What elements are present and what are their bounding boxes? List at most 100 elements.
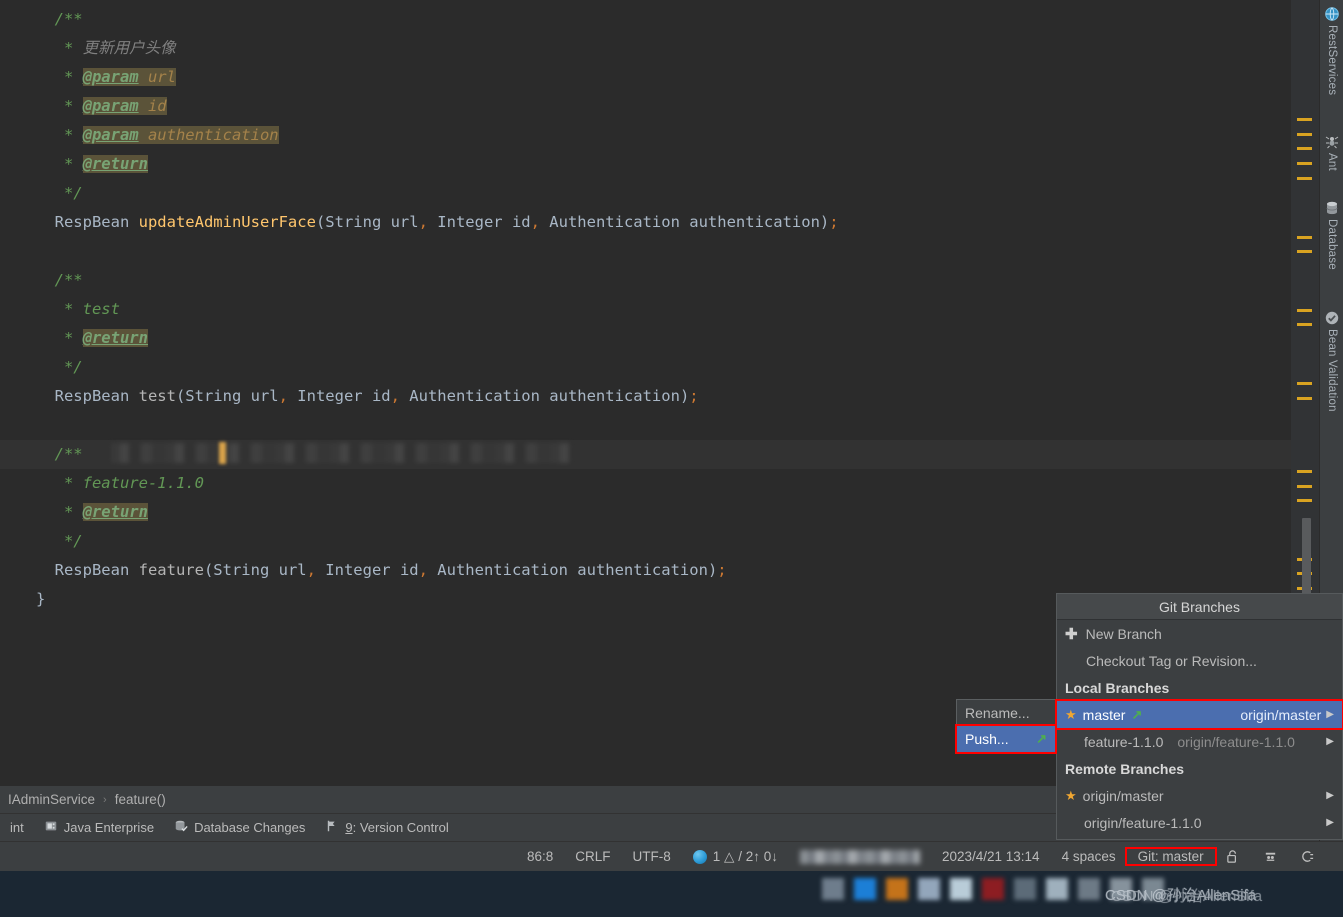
- submenu-item-label: Push...: [965, 731, 1009, 747]
- branch-tracking: origin/master: [1240, 706, 1322, 723]
- code-token: ,: [390, 387, 400, 405]
- breadcrumb-item-method[interactable]: feature(): [115, 792, 166, 807]
- status-line-separator[interactable]: CRLF: [564, 849, 621, 864]
- tool-window-label: Java Enterprise: [63, 820, 155, 835]
- submenu-item-label: Rename...: [965, 705, 1030, 721]
- status-encoding[interactable]: UTF-8: [622, 849, 682, 864]
- warning-stripe-marker[interactable]: [1297, 147, 1312, 150]
- code-line: * test: [0, 295, 1291, 324]
- code-token: Authentication authentication: [539, 213, 820, 231]
- sidebar-tab-ant[interactable]: Ant: [1320, 134, 1343, 171]
- status-indent[interactable]: 4 spaces: [1051, 849, 1127, 864]
- code-token: RespBean: [54, 213, 139, 231]
- status-bar[interactable]: 86:8 CRLF UTF-8 1 △ / 2↑ 0↓ 2023/4/21 13…: [0, 841, 1343, 871]
- code-token: /**: [54, 10, 83, 28]
- code-token: ;: [829, 213, 839, 231]
- warning-stripe-marker[interactable]: [1297, 118, 1312, 121]
- code-token: String url: [213, 561, 307, 579]
- code-token: 更新用户头像: [82, 39, 176, 57]
- status-timestamp[interactable]: 2023/4/21 13:14: [931, 849, 1051, 864]
- taskbar-icon[interactable]: [854, 878, 876, 900]
- git-action-checkout-tag-or-revision[interactable]: Checkout Tag or Revision...: [1057, 647, 1342, 674]
- taskbar-icon[interactable]: [1046, 878, 1068, 900]
- favorite-star-icon[interactable]: ★: [1065, 788, 1077, 804]
- branch-tracking: origin/feature-1.1.0: [1177, 733, 1295, 750]
- tool-window-button-java-enterprise[interactable]: Java Enterprise: [34, 814, 164, 842]
- sidebar-tab-label: Bean Validation: [1326, 329, 1338, 412]
- warning-stripe-marker[interactable]: [1297, 162, 1312, 165]
- code-line: */: [0, 179, 1291, 208]
- status-vcs-stats[interactable]: 1 △ / 2↑ 0↓: [682, 849, 789, 865]
- favorite-star-icon[interactable]: ★: [1065, 707, 1077, 723]
- sidebar-tab-database[interactable]: Database: [1320, 200, 1343, 270]
- warning-stripe-marker[interactable]: [1297, 177, 1312, 180]
- taskbar-icon[interactable]: [982, 878, 1004, 900]
- submenu-arrow-icon: ▶: [1326, 736, 1334, 747]
- code-token: ,: [278, 387, 288, 405]
- version-control-icon: [325, 819, 339, 836]
- code-token: */: [63, 184, 83, 202]
- local-branch-item[interactable]: feature-1.1.0 origin/feature-1.1.0 ▶: [1057, 728, 1342, 755]
- local-branch-item[interactable]: ★ master ↗ origin/master ▶: [1055, 699, 1343, 730]
- code-line: /**: [0, 5, 1291, 34]
- arrow-up-right-icon: ↗: [1036, 731, 1047, 746]
- status-caret-position[interactable]: 86:8: [516, 849, 564, 864]
- code-token: *: [63, 300, 83, 318]
- code-token: *: [63, 126, 83, 144]
- remote-branch-item[interactable]: ★ origin/master ▶: [1057, 782, 1342, 809]
- taskbar-icon[interactable]: [918, 878, 940, 900]
- code-token: @return: [82, 155, 148, 173]
- code-line: * @param authentication: [0, 121, 1291, 150]
- code-token: }: [36, 590, 46, 608]
- remote-branch-item[interactable]: origin/feature-1.1.0 ▶: [1057, 809, 1342, 836]
- status-git-branch[interactable]: Git: master: [1124, 847, 1217, 866]
- warning-stripe-marker[interactable]: [1297, 309, 1312, 312]
- submenu-item-push[interactable]: Push... ↗: [955, 724, 1057, 754]
- warning-stripe-marker[interactable]: [1297, 470, 1312, 473]
- code-line: RespBean test(String url, Integer id, Au…: [0, 382, 1291, 411]
- warning-stripe-marker[interactable]: [1297, 250, 1312, 253]
- code-token: String url: [185, 387, 279, 405]
- plus-icon: ✚: [1065, 625, 1078, 643]
- redacted-comment-text: [110, 443, 571, 463]
- sidebar-tab-label: RestServices: [1326, 25, 1338, 96]
- tool-window-button-int[interactable]: int: [0, 814, 34, 842]
- code-token: @param: [82, 126, 139, 144]
- submenu-item-rename[interactable]: Rename...: [957, 700, 1055, 726]
- code-line: * @param url: [0, 63, 1291, 92]
- branch-submenu[interactable]: Rename... Push... ↗: [955, 699, 1057, 754]
- taskbar-icon[interactable]: [886, 878, 908, 900]
- code-token: id: [138, 97, 167, 115]
- taskbar-icon[interactable]: [822, 878, 844, 900]
- status-blurred-branch[interactable]: [789, 849, 931, 864]
- status-vcs-stats-label: 1 △ / 2↑ 0↓: [712, 848, 778, 864]
- code-token: ): [679, 387, 690, 405]
- sidebar-tab-restservices[interactable]: RestServices: [1320, 6, 1343, 95]
- warning-stripe-marker[interactable]: [1297, 397, 1312, 400]
- blurred-text: [799, 849, 920, 864]
- warning-stripe-marker[interactable]: [1297, 382, 1312, 385]
- power-save-icon[interactable]: [1289, 849, 1326, 864]
- inspector-icon[interactable]: [1252, 849, 1289, 864]
- taskbar-icon[interactable]: [950, 878, 972, 900]
- git-action-new-branch[interactable]: ✚ New Branch: [1057, 620, 1342, 647]
- tool-window-button-9-version-control[interactable]: 9: Version Control: [315, 814, 458, 842]
- tool-window-button-database-changes[interactable]: Database Changes: [164, 814, 315, 842]
- taskbar-icon[interactable]: [1078, 878, 1100, 900]
- warning-stripe-marker[interactable]: [1297, 236, 1312, 239]
- code-token: *: [63, 39, 83, 57]
- warning-stripe-marker[interactable]: [1297, 499, 1312, 502]
- sidebar-tab-bean-validation[interactable]: Bean Validation: [1320, 310, 1343, 412]
- code-line: * @return: [0, 150, 1291, 179]
- git-branches-popup[interactable]: Git Branches ✚ New Branch Checkout Tag or …: [1055, 593, 1343, 840]
- remote-branches-header: Remote Branches: [1057, 755, 1342, 782]
- breadcrumb-item-class[interactable]: IAdminService: [8, 792, 95, 807]
- code-token: *: [63, 474, 83, 492]
- code-token: @param: [82, 97, 139, 115]
- taskbar-icon[interactable]: [1014, 878, 1036, 900]
- warning-stripe-marker[interactable]: [1297, 133, 1312, 136]
- warning-stripe-marker[interactable]: [1297, 323, 1312, 326]
- lock-icon[interactable]: [1215, 849, 1252, 864]
- warning-stripe-marker[interactable]: [1297, 485, 1312, 488]
